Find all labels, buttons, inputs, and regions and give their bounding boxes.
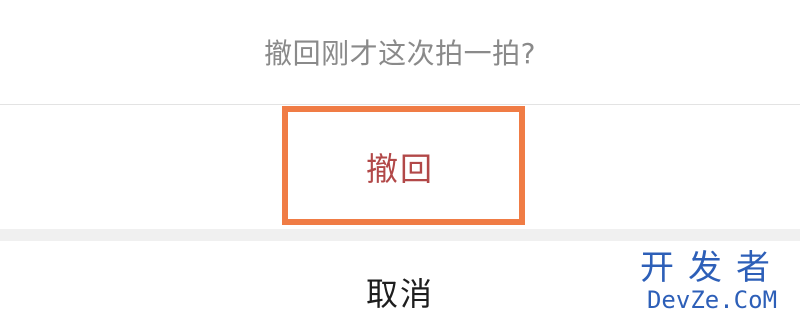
action-sheet: 撤回刚才这次拍一拍? 撤回 取消 开发者 DevZe.CoM [0, 0, 800, 320]
prompt-text: 撤回刚才这次拍一拍? [264, 37, 536, 70]
dialog-prompt: 撤回刚才这次拍一拍? [0, 0, 800, 104]
retract-label: 撤回 [365, 150, 434, 188]
cancel-label: 取消 [365, 274, 434, 313]
cancel-button[interactable]: 取消 [0, 241, 800, 320]
retract-button[interactable]: 撤回 [0, 105, 800, 229]
section-gap [0, 229, 800, 241]
